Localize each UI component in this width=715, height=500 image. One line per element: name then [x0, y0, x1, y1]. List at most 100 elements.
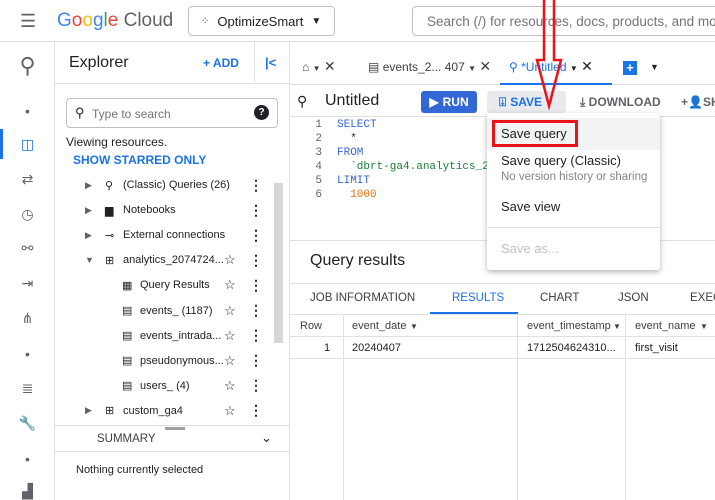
star-icon[interactable]: ☆ [224, 328, 236, 344]
tab-job-information[interactable]: JOB INFORMATION [310, 292, 415, 304]
search-input[interactable]: Search (/) for resources, docs, products… [412, 6, 715, 36]
more-options-icon[interactable]: ⋮ [249, 252, 263, 269]
collapse-panel-button[interactable]: |< [265, 55, 276, 70]
close-icon[interactable]: ✕ [479, 58, 491, 74]
tree-item[interactable]: ▤ pseudonymous... ☆ ⋮ [55, 349, 275, 373]
tree-item[interactable]: ▦ Query Results ☆ ⋮ [55, 273, 275, 297]
chevron-down-icon[interactable]: ▼ [650, 62, 659, 72]
column-divider [517, 315, 518, 500]
explorer-search-input[interactable]: ⚲ Type to search ? [66, 98, 278, 128]
download-button[interactable]: ⤓ DOWNLOAD [580, 95, 661, 110]
home-icon: ⌂ [302, 60, 310, 74]
dataform-icon[interactable]: ⇥ [0, 275, 55, 292]
chevron-down-icon[interactable]: ⌄ [261, 430, 272, 446]
tab-home[interactable]: ⌂ ▼ ✕ [302, 58, 336, 75]
dataset-icon: ⊞ [105, 405, 115, 418]
close-icon[interactable]: ✕ [581, 58, 593, 74]
caret-right-icon[interactable]: ▶ [85, 230, 92, 241]
explorer-icon[interactable]: ◫ [0, 136, 55, 153]
sort-menu-icon[interactable]: ▼ [410, 322, 418, 331]
caret-right-icon[interactable]: ▶ [85, 180, 92, 191]
sort-menu-icon[interactable]: ▼ [613, 322, 621, 331]
divider [55, 451, 290, 452]
tree-item[interactable]: ▼ ⊞ analytics_2074724... ☆ ⋮ [55, 248, 275, 272]
scrollbar[interactable] [274, 183, 283, 343]
more-options-icon[interactable]: ⋮ [249, 377, 263, 394]
column-divider [343, 315, 344, 500]
column-header[interactable]: event_date [352, 320, 406, 332]
tab-exec[interactable]: EXEC [690, 292, 715, 304]
tab-events[interactable]: ▤ events_2... 407 ▼ ✕ [368, 58, 491, 75]
tree-item[interactable]: ▤ events_ (1187) ☆ ⋮ [55, 299, 275, 323]
menu-item-save-query-classic[interactable]: Save query (Classic) [501, 153, 621, 168]
tab-chart[interactable]: CHART [540, 292, 579, 304]
caret-down-icon[interactable]: ▼ [85, 255, 94, 265]
project-picker[interactable]: ⁘ OptimizeSmart ▼ [188, 6, 335, 36]
tree-item[interactable]: ▤ users_ (4) ☆ ⋮ [55, 374, 275, 398]
tree-item[interactable]: ▶ ⊞ custom_ga4 ☆ ⋮ [55, 399, 275, 423]
more-options-icon[interactable]: ⋮ [249, 277, 263, 294]
analytics-hub-icon[interactable]: ⚯ [0, 240, 55, 257]
code-line: LIMIT [337, 175, 371, 187]
tree-item[interactable]: ▤ events_intrada... ☆ ⋮ [55, 324, 275, 348]
star-icon[interactable]: ☆ [224, 403, 236, 419]
new-tab-button[interactable]: + [623, 61, 637, 75]
star-icon[interactable]: ☆ [224, 277, 236, 293]
wrench-icon[interactable]: 🔧 [0, 415, 55, 432]
dropdown-icon: ▼ [311, 15, 322, 27]
column-header[interactable]: Row [300, 320, 322, 332]
star-icon[interactable]: ☆ [224, 303, 236, 319]
star-icon[interactable]: ☆ [224, 252, 236, 268]
caret-right-icon[interactable]: ▶ [85, 405, 92, 416]
query-icon: ⚲ [509, 60, 518, 74]
chevron-down-icon: ▼ [569, 64, 578, 73]
divider [55, 425, 290, 426]
graph-icon[interactable]: ⋔ [0, 310, 55, 327]
bigquery-logo-icon[interactable]: ⚲ [0, 53, 55, 79]
query-icon: ⚲ [105, 179, 114, 192]
sort-menu-icon[interactable]: ▼ [700, 322, 708, 331]
notebook-icon: ▆ [105, 204, 114, 217]
table-cell: 20240407 [352, 342, 401, 354]
dataset-icon: ⊞ [105, 254, 115, 267]
tree-item[interactable]: ▶ ⊸ External connections ⋮ [55, 223, 275, 247]
more-options-icon[interactable]: ⋮ [249, 327, 263, 344]
tree-item[interactable]: ▶ ▆ Notebooks ⋮ [55, 198, 275, 222]
more-options-icon[interactable]: ⋮ [249, 177, 263, 194]
scheduled-queries-icon[interactable]: ◷ [0, 206, 55, 223]
add-button[interactable]: + ADD [203, 56, 239, 70]
save-menu: Save query Save query (Classic) No versi… [487, 113, 660, 270]
more-options-icon[interactable]: ⋮ [249, 352, 263, 369]
line-number: 1 [315, 119, 322, 131]
resize-handle[interactable] [165, 427, 185, 430]
add-person-icon: +👤 [681, 95, 703, 109]
query-results-title: Query results [310, 252, 406, 269]
star-icon[interactable]: ☆ [224, 353, 236, 369]
run-button[interactable]: ▶ RUN [421, 91, 477, 113]
star-icon[interactable]: ☆ [224, 378, 236, 394]
show-starred-only-link[interactable]: SHOW STARRED ONLY [73, 153, 206, 167]
tab-results[interactable]: RESULTS [452, 292, 504, 304]
list-icon[interactable]: ≣ [0, 380, 55, 397]
menu-item-save-view[interactable]: Save view [501, 199, 560, 214]
chart-icon[interactable]: ▟ [0, 483, 55, 500]
table-cell: 1 [324, 342, 331, 354]
google-cloud-logo[interactable]: Google Cloud [57, 10, 173, 32]
more-options-icon[interactable]: ⋮ [249, 302, 263, 319]
more-options-icon[interactable]: ⋮ [249, 202, 263, 219]
code-line: SELECT [337, 119, 377, 131]
menu-item-save-as[interactable]: Save as... [501, 241, 559, 256]
transfers-icon[interactable]: ⇄ [0, 171, 55, 188]
tab-json[interactable]: JSON [618, 292, 649, 304]
help-icon[interactable]: ? [254, 105, 269, 120]
hamburger-icon[interactable]: ☰ [20, 11, 36, 32]
share-button[interactable]: +👤SH [681, 95, 715, 109]
line-number: 4 [315, 161, 322, 173]
caret-right-icon[interactable]: ▶ [85, 205, 92, 216]
tree-item[interactable]: ▶ ⚲ (Classic) Queries (26) ⋮ [55, 173, 275, 197]
close-icon[interactable]: ✕ [324, 58, 336, 74]
more-options-icon[interactable]: ⋮ [249, 227, 263, 244]
more-options-icon[interactable]: ⋮ [249, 402, 263, 419]
column-header[interactable]: event_name [635, 320, 696, 332]
column-header[interactable]: event_timestamp [527, 320, 611, 332]
